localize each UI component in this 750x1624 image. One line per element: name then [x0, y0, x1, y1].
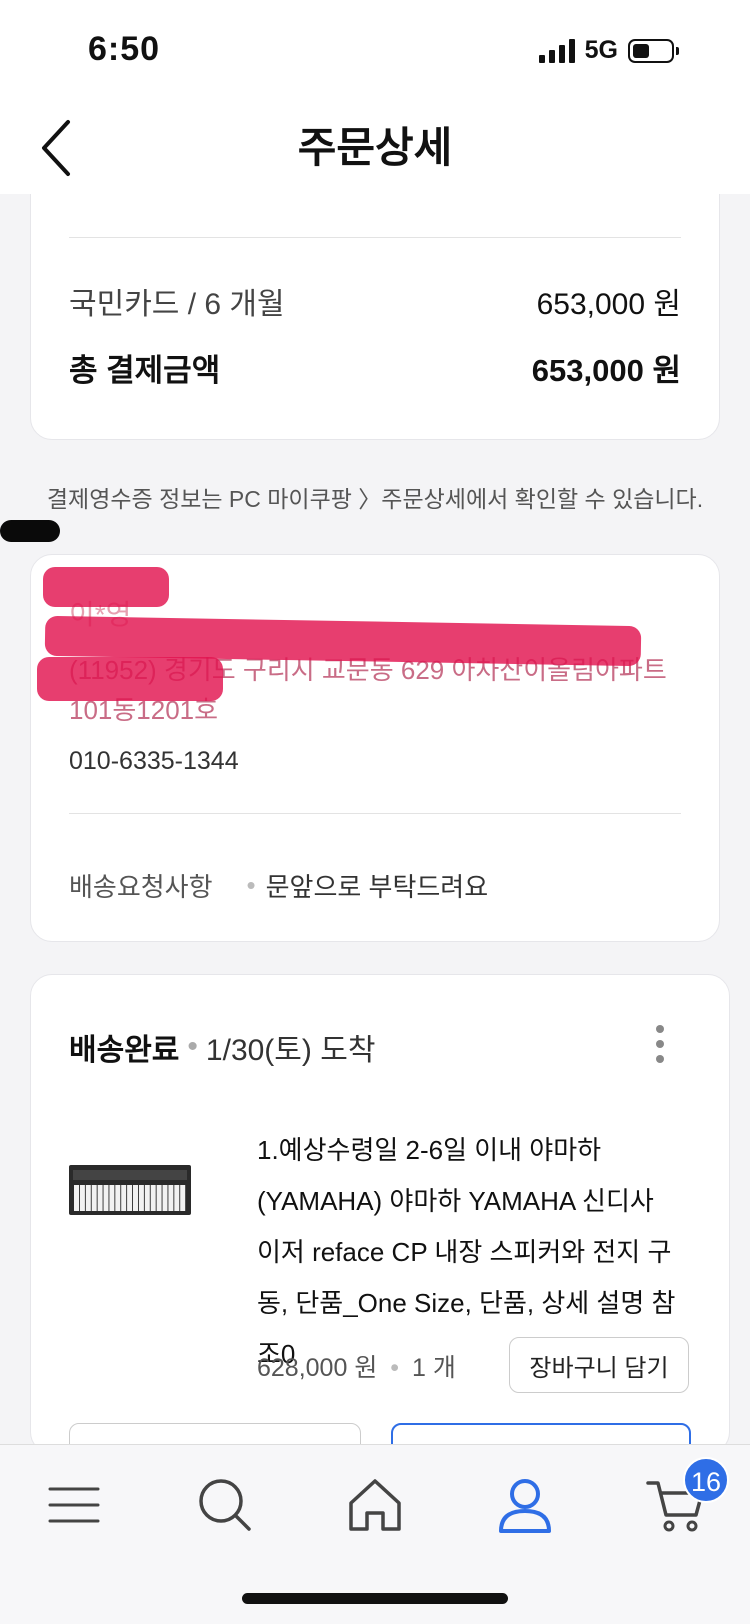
- total-amount: 653,000 원: [531, 353, 681, 388]
- cart-count-badge: 16: [683, 1457, 729, 1503]
- add-to-cart-button[interactable]: 장바구니 담기: [509, 1337, 689, 1393]
- separator-dot: •: [246, 870, 256, 900]
- divider: [69, 813, 681, 814]
- separator-dot: •: [187, 1030, 198, 1063]
- home-icon[interactable]: [345, 1475, 405, 1535]
- delivery-request-value: 문앞으로 부탁드려요: [265, 872, 489, 902]
- payment-method-row: 국민카드 / 6 개월 653,000 원: [69, 279, 681, 323]
- separator-dot: •: [390, 1354, 400, 1382]
- network-label: 5G: [584, 36, 618, 64]
- payment-method: 국민카드 / 6 개월: [69, 288, 285, 321]
- user-icon[interactable]: [495, 1475, 555, 1535]
- home-indicator: [242, 1593, 508, 1604]
- redaction-mark: [0, 520, 60, 542]
- product-quantity: 1 개: [412, 1354, 456, 1382]
- status-indicators: 5G: [538, 36, 679, 65]
- product-price: 628,000 원: [257, 1354, 378, 1382]
- product-thumbnail[interactable]: [69, 1165, 191, 1215]
- price-row: 628,000 원 • 1 개: [257, 1348, 456, 1384]
- receipt-note: 결제영수증 정보는 PC 마이쿠팡 〉주문상세에서 확인할 수 있습니다.: [46, 486, 704, 512]
- battery-icon: [628, 38, 679, 63]
- status-bar: 6:50 5G: [0, 0, 750, 100]
- menu-icon[interactable]: [44, 1475, 104, 1535]
- recipient-phone: 010-6335-1344: [69, 747, 239, 775]
- redaction-scribble: [37, 657, 223, 701]
- address-card: 이*영 (11952) 경기도 구리시 교문동 629 아차산이올림아파트 10…: [30, 554, 720, 942]
- arrival-date: 1/30(토) 도착: [205, 1034, 376, 1067]
- page-title: 주문상세: [297, 124, 453, 171]
- total-label: 총 결제금액: [69, 353, 221, 388]
- signal-icon: [538, 38, 575, 63]
- divider: [69, 237, 681, 238]
- payment-method-amount: 653,000 원: [536, 288, 681, 321]
- shipment-status: 배송완료: [69, 1034, 180, 1067]
- delivery-request-row: 배송요청사항 • 문앞으로 부탁드려요: [69, 867, 488, 904]
- search-icon[interactable]: [195, 1475, 255, 1535]
- shipment-card: 배송완료 • 1/30(토) 도착 1.예상수령일 2-6일 이내 야마하(YA…: [30, 974, 730, 1483]
- status-time: 6:50: [88, 30, 161, 68]
- more-options-icon[interactable]: [655, 1025, 665, 1065]
- page-header: 주문상세: [0, 100, 750, 194]
- shipment-status-row: 배송완료 • 1/30(토) 도착: [69, 1025, 375, 1069]
- bottom-tab-bar: 16: [0, 1444, 750, 1624]
- delivery-request-label: 배송요청사항: [69, 872, 213, 902]
- total-row: 총 결제금액 653,000 원: [69, 345, 681, 390]
- redaction-scribble: [43, 567, 169, 607]
